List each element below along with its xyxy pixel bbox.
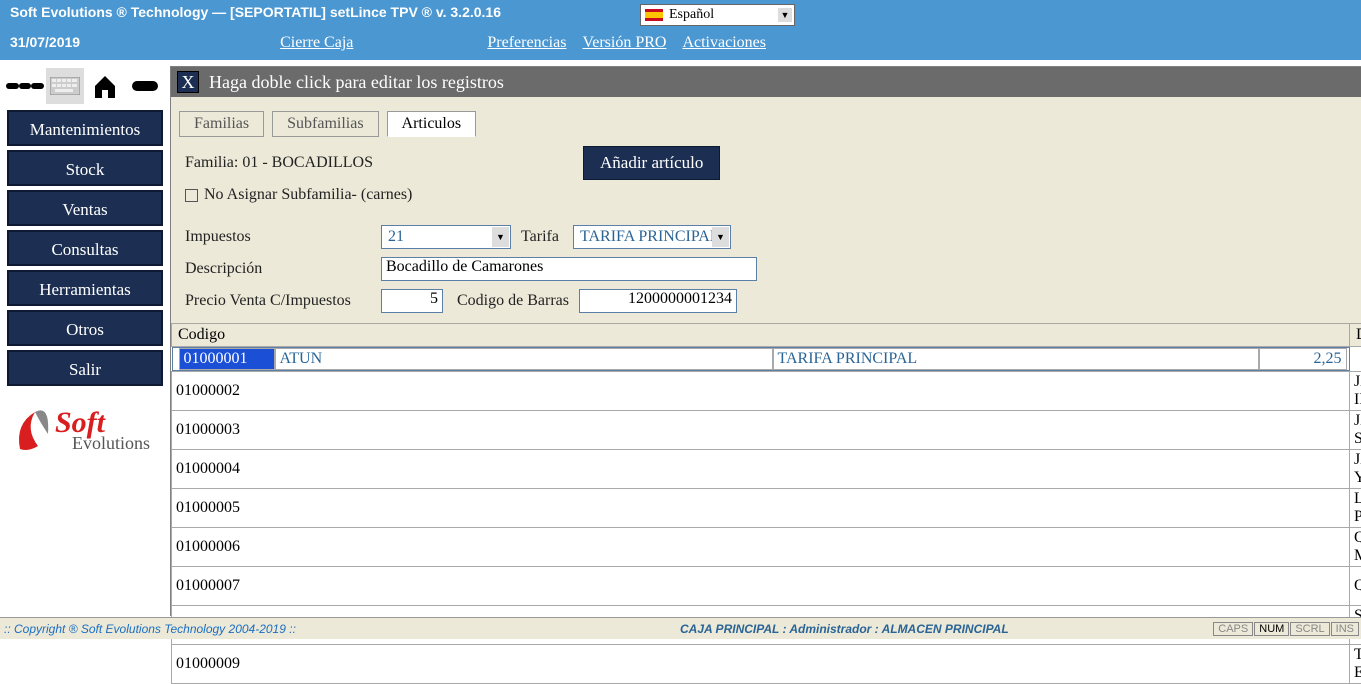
tab-subfamilias[interactable]: Subfamilias [272, 111, 378, 137]
cell-descripcion[interactable]: TORTILLA ESPAÑOLA [1350, 645, 1361, 684]
table-row[interactable]: 01000003JAMON SERRANOTARIFA PRINCIPAL2,1… [172, 411, 1361, 450]
cell-codigo[interactable]: 01000005 [172, 489, 1350, 528]
cell-tarifa[interactable]: TARIFA PRINCIPAL [773, 348, 1259, 370]
minimize-icon[interactable] [126, 68, 164, 104]
tarifa-value: TARIFA PRINCIPAL [580, 228, 720, 246]
link-version-pro[interactable]: Versión PRO [582, 34, 666, 52]
cell-descripcion[interactable]: JAMON SERRANO [1350, 411, 1361, 450]
language-value: Español [669, 7, 714, 23]
ins-indicator: INS [1331, 622, 1359, 636]
nav-consultas[interactable]: Consultas [7, 230, 163, 266]
add-article-button[interactable]: Añadir artículo [583, 146, 720, 180]
cell-descripcion[interactable]: JAMON YORK [1350, 450, 1361, 489]
descripcion-input[interactable]: Bocadillo de Camarones [381, 257, 757, 281]
cell-descripcion[interactable]: QUESO MANCHEGO [1350, 528, 1361, 567]
link-activaciones[interactable]: Activaciones [682, 34, 766, 52]
no-asignar-label: No Asignar Subfamilia- (carnes) [204, 186, 412, 204]
home-icon[interactable] [86, 68, 124, 104]
chevron-down-icon: ▼ [778, 8, 792, 22]
familia-label: Familia: 01 - BOCADILLOS [185, 154, 373, 172]
tarifa-label: Tarifa [521, 228, 559, 246]
tab-articulos[interactable]: Articulos [387, 111, 477, 137]
col-codigo[interactable]: Codigo [172, 324, 1350, 347]
link-preferencias[interactable]: Preferencias [487, 34, 566, 52]
nav-stock[interactable]: Stock [7, 150, 163, 186]
cell-codigo[interactable]: 01000006 [172, 528, 1350, 567]
table-row[interactable]: 01000001ATUNTARIFA PRINCIPAL2,25 [172, 347, 1350, 371]
link-cierre-caja[interactable]: Cierre Caja [280, 34, 353, 52]
impuestos-select[interactable]: 21 ▼ [381, 225, 511, 249]
nav-mantenimientos[interactable]: Mantenimientos [7, 110, 163, 146]
caja-status: CAJA PRINCIPAL : Administrador : ALMACEN… [680, 622, 1213, 636]
cell-descripcion[interactable]: ATUN [275, 348, 773, 370]
precio-label: Precio Venta C/Impuestos [185, 292, 381, 310]
current-date: 31/07/2019 [10, 34, 80, 50]
precio-input[interactable]: 5 [381, 289, 443, 313]
impuestos-value: 21 [388, 228, 404, 246]
cell-codigo[interactable]: 01000001 [179, 348, 275, 370]
no-asignar-checkbox[interactable] [185, 189, 198, 202]
descripcion-label: Descripción [185, 260, 381, 278]
svg-text:Evolutions: Evolutions [72, 433, 150, 453]
chevron-down-icon: ▼ [712, 227, 729, 247]
table-row[interactable]: 01000006QUESO MANCHEGOTARIFA PRINCIPAL2,… [172, 528, 1361, 567]
caps-indicator: CAPS [1213, 622, 1253, 636]
num-indicator: NUM [1254, 622, 1289, 636]
chevron-down-icon: ▼ [492, 227, 509, 247]
tab-familias[interactable]: Familias [179, 111, 264, 137]
col-descripcion[interactable]: Descripcion [1350, 324, 1361, 347]
instruction-text: Haga doble click para editar los registr… [209, 72, 504, 93]
tarifa-select[interactable]: TARIFA PRINCIPAL ▼ [573, 225, 731, 249]
cell-descripcion[interactable]: QUESO [1350, 567, 1361, 606]
flag-es-icon [645, 9, 663, 21]
cell-codigo[interactable]: 01000007 [172, 567, 1350, 606]
close-panel-icon[interactable]: X [177, 71, 199, 93]
article-form: Familia: 01 - BOCADILLOS Añadir artículo… [171, 137, 1361, 323]
copyright-text: :: Copyright ® Soft Evolutions Technolog… [0, 622, 680, 636]
sidebar: Mantenimientos Stock Ventas Consultas He… [0, 60, 170, 616]
impuestos-label: Impuestos [185, 228, 381, 246]
barcode-input[interactable]: 1200000001234 [579, 289, 737, 313]
nav-salir[interactable]: Salir [7, 350, 163, 386]
scrl-indicator: SCRL [1290, 622, 1329, 636]
table-row[interactable]: 01000004JAMON YORKTARIFA PRINCIPAL3 [172, 450, 1361, 489]
table-row[interactable]: 01000009TORTILLA ESPAÑOLATARIFA PRINCIPA… [172, 645, 1361, 684]
nav-otros[interactable]: Otros [7, 310, 163, 346]
table-row[interactable]: 01000005LOMO PLANCHATARIFA PRINCIPAL55,5 [172, 489, 1361, 528]
cell-codigo[interactable]: 01000009 [172, 645, 1350, 684]
cell-codigo[interactable]: 01000002 [172, 372, 1350, 411]
table-row[interactable]: 01000007QUESOTARIFA PRINCIPAL2,05 [172, 567, 1361, 606]
instruction-bar: X Haga doble click para editar los regis… [171, 67, 1361, 97]
nav-ventas[interactable]: Ventas [7, 190, 163, 226]
tab-bar: Familias Subfamilias Articulos [171, 97, 1361, 137]
header-bar: Soft Evolutions ® Technology — [SEPORTAT… [0, 0, 1361, 60]
brand-logo: Soft Evolutions [6, 394, 164, 469]
cell-descripcion[interactable]: JAMON IBERICO [1350, 372, 1361, 411]
menu-icon[interactable] [6, 68, 44, 104]
language-selector[interactable]: Español ▼ [640, 4, 795, 26]
status-bar: :: Copyright ® Soft Evolutions Technolog… [0, 617, 1361, 639]
cell-precio[interactable]: 2,25 [1259, 348, 1347, 370]
keyboard-icon[interactable] [46, 68, 84, 104]
barcode-label: Codigo de Barras [457, 292, 569, 310]
main-panel: X Haga doble click para editar los regis… [170, 66, 1361, 616]
nav-herramientas[interactable]: Herramientas [7, 270, 163, 306]
table-row[interactable]: 01000002JAMON IBERICOTARIFA PRINCIPAL3,1 [172, 372, 1361, 411]
cell-codigo[interactable]: 01000003 [172, 411, 1350, 450]
cell-codigo[interactable]: 01000004 [172, 450, 1350, 489]
cell-descripcion[interactable]: LOMO PLANCHA [1350, 489, 1361, 528]
